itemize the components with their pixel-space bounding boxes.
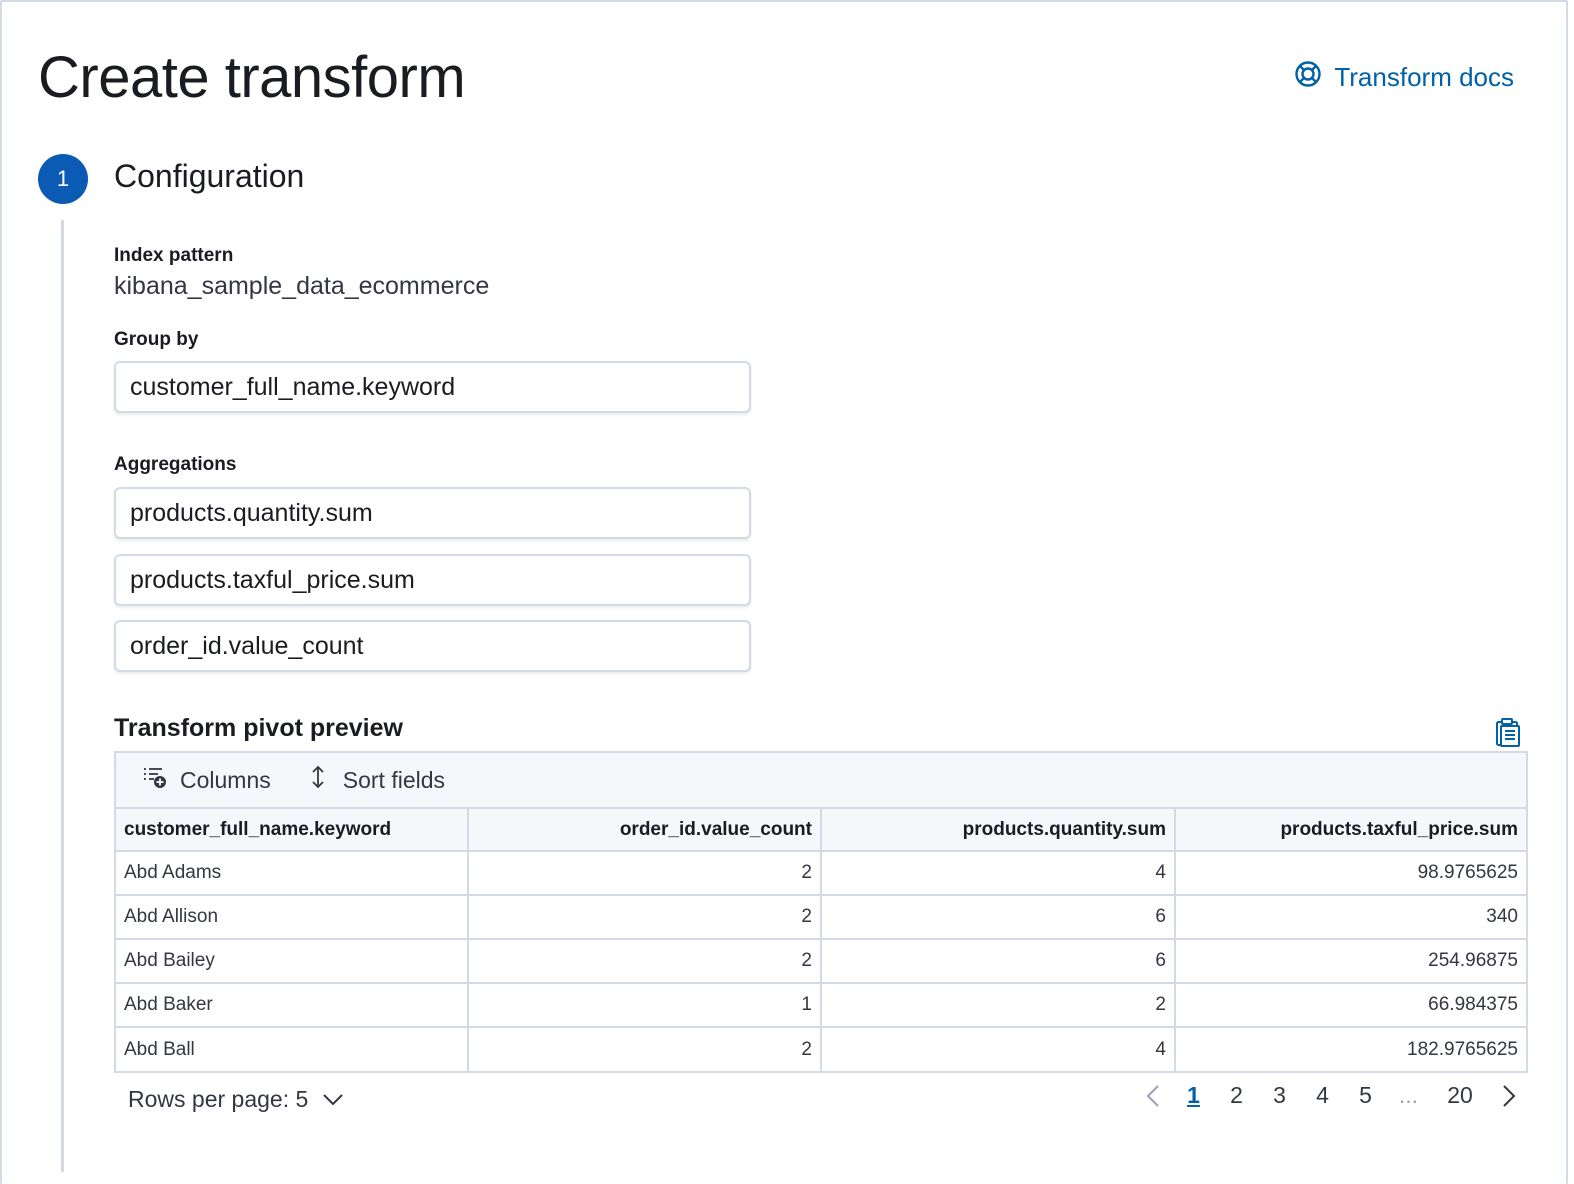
page-button-5[interactable]: 5	[1344, 1082, 1387, 1109]
sort-fields-button[interactable]: Sort fields	[305, 764, 445, 796]
chevron-down-icon	[322, 1086, 344, 1113]
preview-title: Transform pivot preview	[114, 714, 403, 742]
pagination: 1 2 3 4 5 ... 20	[1134, 1082, 1528, 1109]
table-header-row: customer_full_name.keyword order_id.valu…	[116, 809, 1526, 852]
page-button-4[interactable]: 4	[1301, 1082, 1344, 1109]
table-cell[interactable]: 4	[821, 851, 1176, 896]
columns-label: Columns	[180, 766, 271, 793]
rows-per-page-label: Rows per page: 5	[128, 1086, 309, 1112]
table-cell[interactable]: 1	[468, 983, 822, 1028]
table-cell[interactable]: 254.96875	[1175, 939, 1526, 984]
table-cell[interactable]: 6	[821, 895, 1176, 940]
copy-clipboard-icon[interactable]	[1494, 717, 1522, 747]
table-cell[interactable]: 2	[468, 939, 822, 984]
table-cell[interactable]: Abd Adams	[116, 851, 469, 896]
group-by-field[interactable]: customer_full_name.keyword	[114, 361, 751, 413]
table-row: Abd Allison 2 6 340	[116, 895, 1526, 940]
columns-button[interactable]: Columns	[142, 764, 271, 796]
transform-docs-label: Transform docs	[1334, 62, 1514, 92]
aggregation-field[interactable]: products.taxful_price.sum	[114, 554, 751, 606]
index-pattern-value: kibana_sample_data_ecommerce	[114, 272, 490, 300]
transform-docs-link[interactable]: Transform docs	[1294, 60, 1514, 95]
table-cell[interactable]: 6	[821, 939, 1176, 984]
table-row: Abd Ball 2 4 182.9765625	[116, 1027, 1526, 1071]
column-header[interactable]: order_id.value_count	[468, 809, 822, 852]
table-cell[interactable]: 66.984375	[1175, 983, 1526, 1028]
next-page-button[interactable]	[1490, 1084, 1528, 1108]
previous-page-button[interactable]	[1134, 1084, 1172, 1108]
step-connector-line	[61, 220, 64, 1172]
table-cell[interactable]: Abd Baker	[116, 983, 469, 1028]
table-cell[interactable]: 2	[468, 851, 822, 896]
group-by-label: Group by	[114, 329, 199, 350]
aggregation-field[interactable]: products.quantity.sum	[114, 487, 751, 539]
rows-per-page-selector[interactable]: Rows per page: 5	[128, 1086, 344, 1113]
columns-icon	[142, 764, 168, 796]
table-cell[interactable]: 340	[1175, 895, 1526, 940]
table-row: Abd Bailey 2 6 254.96875	[116, 939, 1526, 984]
table-cell[interactable]: 4	[821, 1027, 1176, 1071]
page-button-last[interactable]: 20	[1430, 1082, 1490, 1109]
preview-data-grid: Columns Sort fields customer_full_name.k…	[114, 751, 1528, 1073]
sort-icon	[305, 764, 331, 796]
index-pattern-label: Index pattern	[114, 245, 234, 266]
aggregations-label: Aggregations	[114, 454, 237, 475]
table-cell[interactable]: Abd Ball	[116, 1027, 469, 1071]
page-button-3[interactable]: 3	[1258, 1082, 1301, 1109]
table-cell[interactable]: Abd Allison	[116, 895, 469, 940]
table-cell[interactable]: 2	[468, 895, 822, 940]
sort-fields-label: Sort fields	[342, 766, 446, 793]
step-number-badge: 1	[38, 154, 88, 204]
table-cell[interactable]: 182.9765625	[1175, 1027, 1526, 1071]
table-row: Abd Baker 1 2 66.984375	[116, 983, 1526, 1028]
table-cell[interactable]: 98.9765625	[1175, 851, 1526, 896]
preview-table: customer_full_name.keyword order_id.valu…	[116, 809, 1526, 1071]
page-title: Create transform	[38, 45, 466, 110]
table-cell[interactable]: Abd Bailey	[116, 939, 469, 984]
table-cell[interactable]: 2	[821, 983, 1176, 1028]
column-header[interactable]: customer_full_name.keyword	[116, 809, 469, 852]
column-header[interactable]: products.quantity.sum	[821, 809, 1176, 852]
table-row: Abd Adams 2 4 98.9765625	[116, 851, 1526, 896]
column-header[interactable]: products.taxful_price.sum	[1175, 809, 1526, 852]
table-cell[interactable]: 2	[468, 1027, 822, 1071]
page-button-1[interactable]: 1	[1172, 1082, 1215, 1109]
grid-toolbar: Columns Sort fields	[116, 753, 1526, 809]
lifebuoy-icon	[1294, 60, 1322, 95]
page-button-2[interactable]: 2	[1215, 1082, 1258, 1109]
pagination-ellipsis: ...	[1398, 1082, 1419, 1108]
step-title: Configuration	[114, 158, 305, 194]
aggregation-field[interactable]: order_id.value_count	[114, 620, 751, 672]
